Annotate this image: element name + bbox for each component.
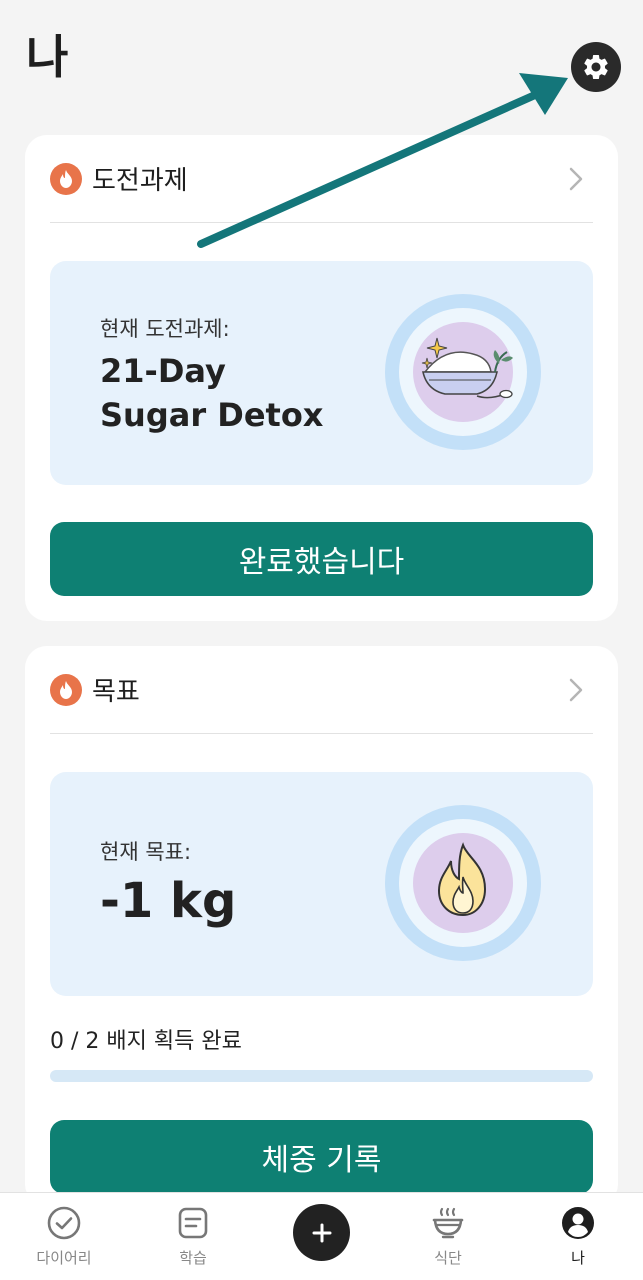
check-circle-icon — [47, 1206, 81, 1240]
nav-item-learn[interactable]: 학습 — [143, 1205, 243, 1268]
current-goal-value: -1 kg — [100, 873, 237, 929]
goal-card-title: 목표 — [92, 677, 140, 707]
profile-icon — [562, 1207, 594, 1239]
nav-label-meals: 식단 — [434, 1249, 462, 1267]
plus-icon — [312, 1223, 331, 1242]
flame-illustration — [385, 805, 541, 961]
current-goal-label: 현재 목표: — [100, 840, 192, 864]
nav-label-me: 나 — [571, 1249, 585, 1267]
fire-icon — [50, 673, 82, 706]
page-title: 나 — [26, 30, 69, 84]
complete-challenge-button[interactable]: 완료했습니다 — [50, 522, 593, 596]
goal-card: 목표 현재 목표: -1 kg 0 / 2 배지 획득 완료 체중 기록 — [25, 646, 618, 1206]
goal-card-header[interactable]: 목표 — [50, 646, 593, 734]
log-weight-button[interactable]: 체중 기록 — [50, 1120, 593, 1194]
add-button[interactable] — [293, 1204, 350, 1261]
settings-button[interactable] — [571, 42, 621, 92]
badge-progress-text: 0 / 2 배지 획득 완료 — [50, 1029, 242, 1054]
challenge-card-header[interactable]: 도전과제 — [50, 135, 593, 223]
nav-item-diary[interactable]: 다이어리 — [14, 1205, 114, 1268]
chevron-right-icon — [569, 167, 583, 191]
notes-icon — [178, 1207, 208, 1239]
current-challenge-value: 21-Day Sugar Detox — [100, 352, 324, 434]
nav-item-meals[interactable]: 식단 — [398, 1205, 498, 1268]
fire-icon — [50, 162, 82, 195]
challenge-card: 도전과제 현재 도전과제: 21-Day Sugar Detox 완료했습니다 — [25, 135, 618, 621]
current-goal-box: 현재 목표: -1 kg — [50, 772, 593, 996]
nav-label-diary: 다이어리 — [36, 1249, 92, 1267]
current-challenge-box: 현재 도전과제: 21-Day Sugar Detox — [50, 261, 593, 485]
nav-item-me[interactable]: 나 — [528, 1205, 628, 1268]
bowl-steam-icon — [432, 1207, 464, 1239]
gear-icon — [584, 54, 608, 79]
rice-bowl-sparkle-illustration — [385, 294, 541, 450]
nav-label-learn: 학습 — [179, 1249, 207, 1267]
bottom-nav: 다이어리 학습 식단 나 — [0, 1192, 643, 1280]
current-challenge-label: 현재 도전과제: — [100, 317, 230, 341]
badge-progress-bar — [50, 1070, 593, 1082]
challenge-card-title: 도전과제 — [92, 166, 188, 196]
chevron-right-icon — [569, 678, 583, 702]
